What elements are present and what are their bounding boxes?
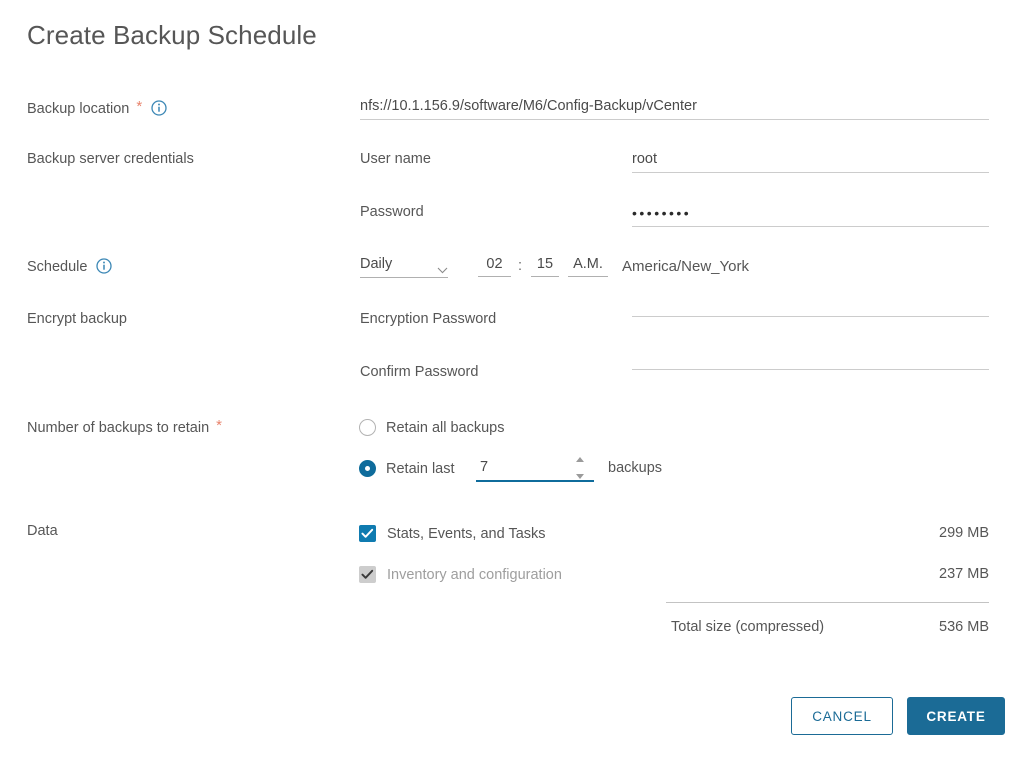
retain-count-suffix: backups: [608, 460, 662, 476]
total-size-value: 536 MB: [939, 619, 989, 635]
chevron-down-icon: [437, 261, 448, 268]
password-input[interactable]: ••••••••: [632, 205, 989, 227]
inventory-size-value: 237 MB: [939, 566, 989, 582]
retain-all-radio-row[interactable]: Retain all backups: [359, 419, 505, 436]
chevron-up-icon[interactable]: [576, 457, 584, 462]
stepper-arrows[interactable]: [575, 457, 584, 479]
schedule-label: Schedule: [27, 258, 112, 275]
schedule-minute-input[interactable]: 15: [531, 256, 559, 277]
encryption-password-input[interactable]: [632, 311, 989, 317]
backup-location-label-text: Backup location: [27, 101, 129, 117]
info-circle-icon[interactable]: [151, 100, 167, 116]
inventory-checkbox-label: Inventory and configuration: [387, 567, 562, 583]
confirm-password-label: Confirm Password: [360, 364, 478, 380]
backup-location-input[interactable]: nfs://10.1.156.9/software/M6/Config-Back…: [360, 98, 989, 120]
password-label: Password: [360, 204, 424, 220]
retain-count-stepper[interactable]: 7: [476, 457, 594, 482]
retention-label: Number of backups to retain *: [27, 417, 222, 436]
data-row-inventory: Inventory and configuration: [359, 566, 562, 583]
schedule-label-text: Schedule: [27, 259, 87, 275]
retention-label-text: Number of backups to retain: [27, 420, 209, 436]
schedule-timezone: America/New_York: [622, 258, 749, 275]
retain-all-label: Retain all backups: [386, 420, 505, 436]
schedule-hour-input[interactable]: 02: [478, 256, 511, 277]
time-separator: :: [518, 258, 522, 274]
encryption-password-label: Encryption Password: [360, 311, 496, 327]
retain-all-radio[interactable]: [359, 419, 376, 436]
data-row-stats[interactable]: Stats, Events, and Tasks: [359, 525, 546, 542]
create-backup-schedule-dialog: Create Backup Schedule Backup location* …: [0, 0, 1029, 763]
retain-last-radio-row[interactable]: Retain last: [359, 460, 455, 477]
encrypt-backup-label: Encrypt backup: [27, 311, 127, 327]
confirm-password-input[interactable]: [632, 364, 989, 370]
inventory-checkbox: [359, 566, 376, 583]
stats-checkbox-label: Stats, Events, and Tasks: [387, 526, 546, 542]
retain-count-value[interactable]: 7: [480, 459, 488, 475]
backup-location-label: Backup location *: [27, 98, 167, 117]
username-input[interactable]: root: [632, 151, 989, 173]
info-circle-icon[interactable]: [96, 258, 112, 274]
schedule-frequency-value: Daily: [360, 256, 392, 272]
page-title: Create Backup Schedule: [27, 20, 317, 51]
backup-server-credentials-label: Backup server credentials: [27, 151, 194, 167]
data-label: Data: [27, 523, 58, 539]
schedule-frequency-select[interactable]: Daily: [360, 256, 448, 278]
stats-size-value: 299 MB: [939, 525, 989, 541]
total-size-label: Total size (compressed): [671, 619, 824, 635]
create-button[interactable]: CREATE: [907, 697, 1005, 735]
retain-last-radio[interactable]: [359, 460, 376, 477]
username-label: User name: [360, 151, 431, 167]
required-asterisk: *: [216, 417, 222, 434]
required-asterisk: *: [136, 98, 142, 115]
chevron-down-icon[interactable]: [576, 474, 584, 479]
retain-last-label: Retain last: [386, 461, 455, 477]
data-total-divider: [666, 602, 989, 603]
stats-checkbox[interactable]: [359, 525, 376, 542]
cancel-button[interactable]: CANCEL: [791, 697, 893, 735]
schedule-meridiem-input[interactable]: A.M.: [568, 256, 608, 277]
